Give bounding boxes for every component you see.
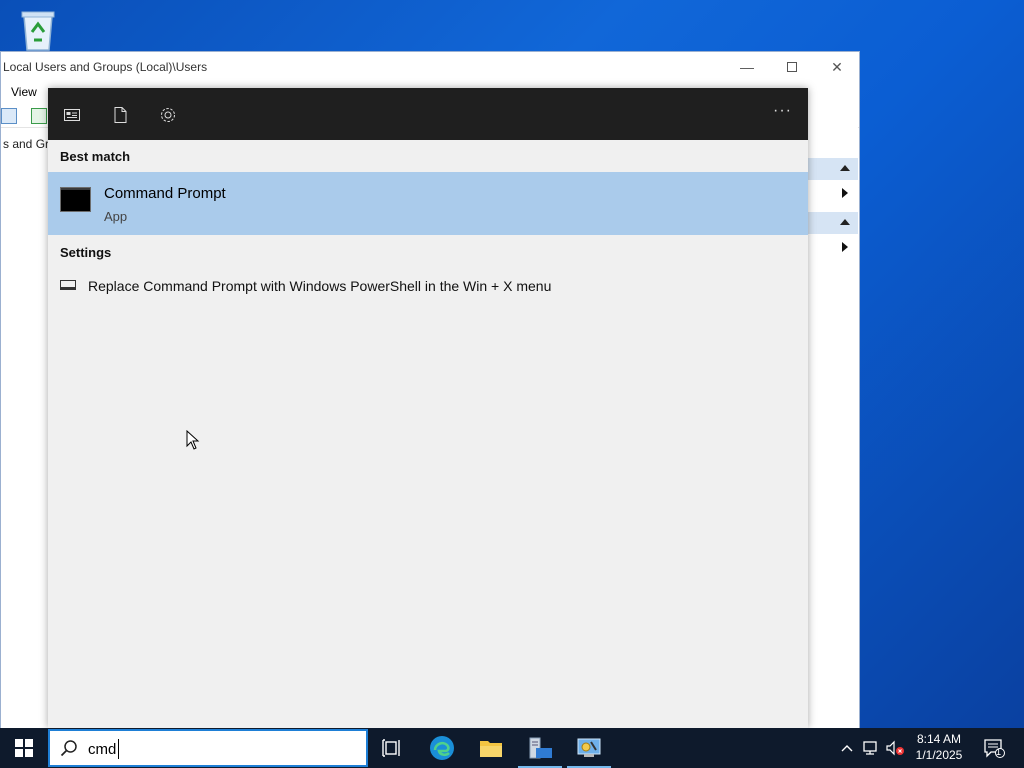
collapse-icon bbox=[840, 219, 850, 225]
taskbar-clock[interactable]: 8:14 AM 1/1/2025 bbox=[906, 731, 972, 763]
network-tray-button[interactable] bbox=[860, 728, 882, 768]
clock-time: 8:14 AM bbox=[916, 732, 962, 746]
volume-tray-button[interactable] bbox=[884, 728, 906, 768]
minimize-icon: — bbox=[740, 59, 754, 75]
best-match-heading: Best match bbox=[60, 149, 131, 164]
more-actions-icon[interactable] bbox=[842, 242, 848, 252]
edge-button[interactable] bbox=[418, 728, 466, 768]
server-manager-button[interactable] bbox=[516, 728, 564, 768]
settings-display-icon bbox=[60, 280, 76, 290]
actions-header-users[interactable] bbox=[808, 158, 858, 180]
chevron-up-icon bbox=[841, 745, 853, 752]
documents-filter-icon[interactable] bbox=[111, 106, 129, 124]
result-subtitle: App bbox=[104, 209, 128, 224]
minimize-button[interactable]: — bbox=[727, 56, 767, 78]
recycle-bin-icon[interactable] bbox=[16, 6, 60, 52]
search-results-panel: ··· Best match Command Prompt App Settin… bbox=[48, 88, 808, 728]
apps-filter-icon[interactable] bbox=[63, 106, 81, 124]
notification-count-badge: 1 bbox=[996, 747, 1002, 757]
command-prompt-icon bbox=[60, 187, 91, 212]
maximize-icon bbox=[787, 62, 797, 72]
task-view-icon bbox=[382, 739, 400, 757]
windows-logo-icon bbox=[15, 739, 33, 757]
clock-date: 1/1/2025 bbox=[915, 748, 963, 762]
action-center-button[interactable]: 1 bbox=[980, 728, 1008, 768]
search-panel-header: ··· bbox=[48, 88, 808, 140]
search-input[interactable]: cmd bbox=[88, 741, 116, 758]
edge-icon bbox=[430, 736, 454, 760]
mouse-cursor-icon bbox=[186, 429, 200, 450]
actions-pane bbox=[808, 104, 858, 680]
text-caret bbox=[118, 739, 119, 759]
settings-result-text: Replace Command Prompt with Windows Powe… bbox=[88, 278, 552, 294]
file-explorer-button[interactable] bbox=[467, 728, 515, 768]
network-icon bbox=[863, 741, 877, 755]
notification-icon bbox=[984, 739, 1005, 758]
window-titlebar: Local Users and Groups (Local)\Users — ✕ bbox=[1, 52, 859, 82]
more-options-icon[interactable]: ··· bbox=[773, 102, 792, 120]
volume-muted-icon bbox=[886, 740, 904, 756]
settings-heading: Settings bbox=[60, 245, 112, 260]
best-match-result[interactable]: Command Prompt App bbox=[48, 172, 808, 235]
start-button[interactable] bbox=[0, 728, 48, 768]
settings-filter-icon[interactable] bbox=[159, 106, 177, 124]
collapse-icon bbox=[840, 165, 850, 171]
refresh-icon[interactable] bbox=[31, 108, 47, 124]
taskbar-search-box[interactable]: cmd bbox=[48, 729, 368, 767]
window-title: Local Users and Groups (Local)\Users bbox=[3, 60, 208, 74]
server-manager-icon bbox=[529, 737, 552, 759]
menu-view[interactable]: View bbox=[11, 85, 37, 99]
maximize-button[interactable] bbox=[772, 56, 812, 78]
taskbar: cmd 8:14 AM 1/1/2025 1 bbox=[0, 728, 1024, 768]
computer-management-icon bbox=[577, 738, 601, 757]
close-icon: ✕ bbox=[831, 58, 843, 75]
actions-header-selected[interactable] bbox=[808, 212, 858, 234]
show-hidden-icons-button[interactable] bbox=[836, 728, 858, 768]
search-icon bbox=[60, 739, 78, 757]
folder-icon bbox=[480, 741, 502, 757]
computer-management-button[interactable] bbox=[565, 728, 613, 768]
more-actions-icon[interactable] bbox=[842, 188, 848, 198]
task-view-button[interactable] bbox=[368, 728, 416, 768]
show-tree-icon[interactable] bbox=[1, 108, 17, 124]
settings-result[interactable]: Replace Command Prompt with Windows Powe… bbox=[48, 270, 808, 302]
result-title: Command Prompt bbox=[104, 185, 226, 202]
close-button[interactable]: ✕ bbox=[817, 56, 857, 78]
